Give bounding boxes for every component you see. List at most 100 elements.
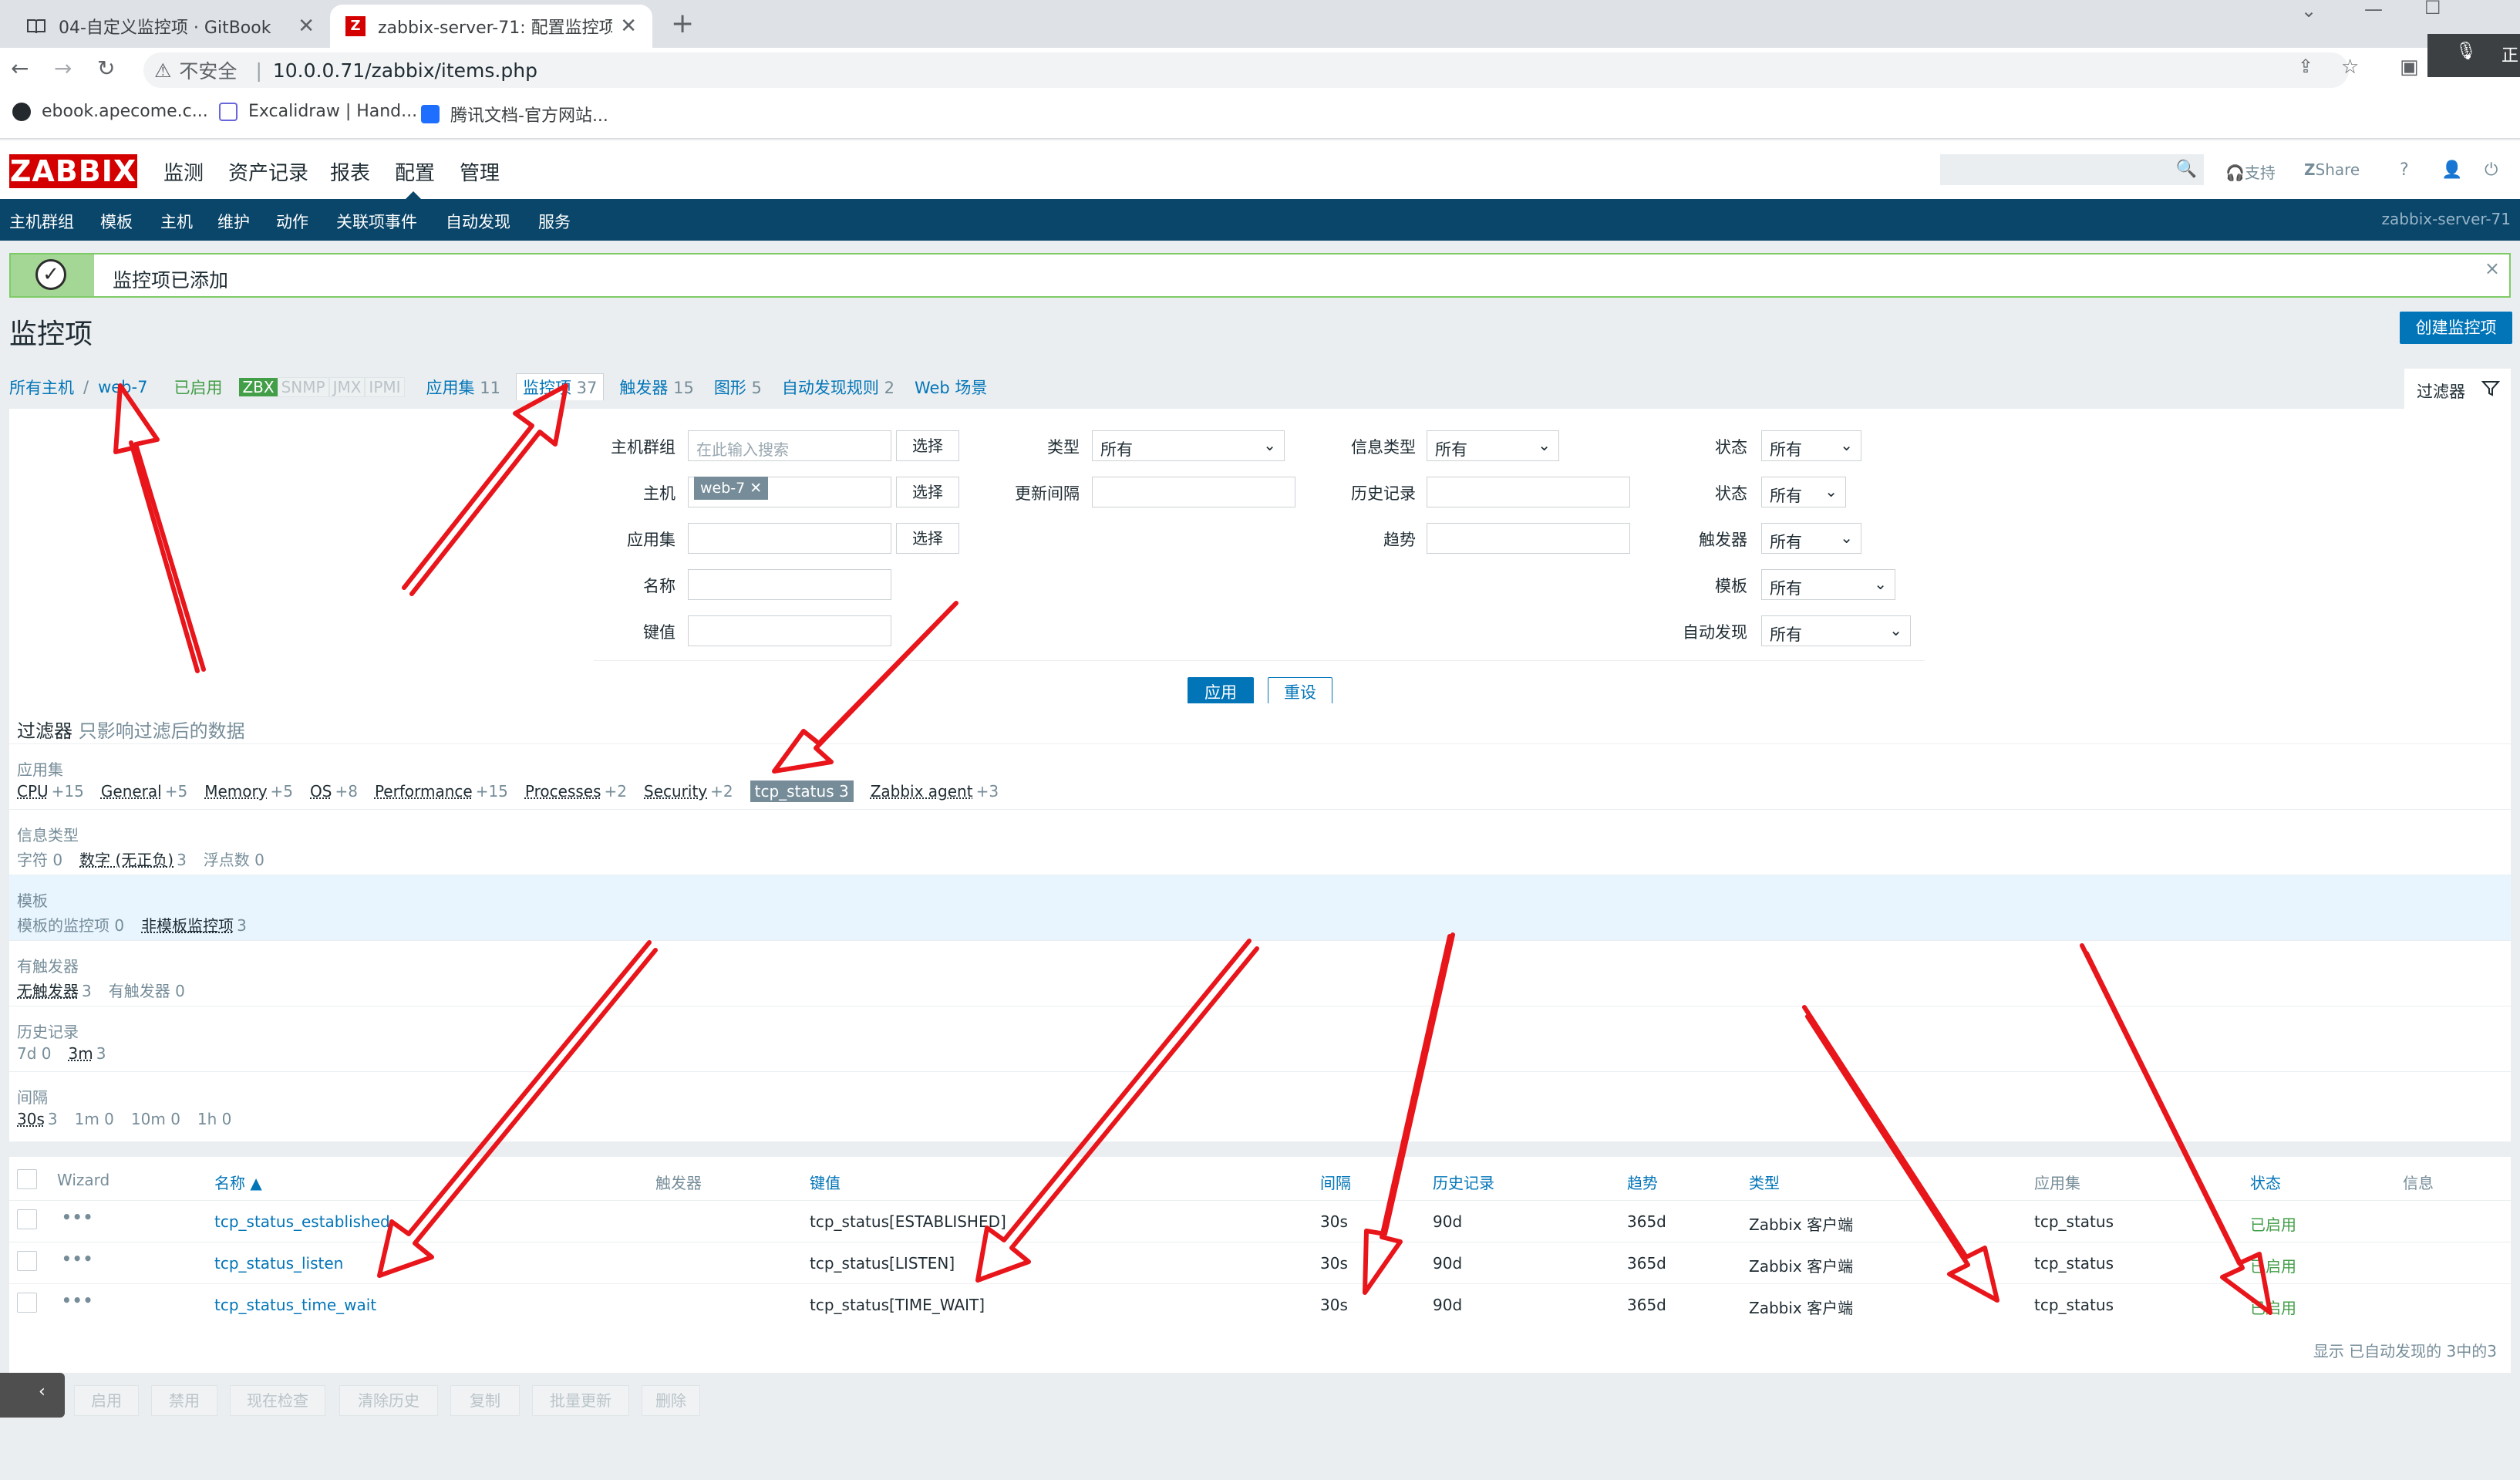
subfilter-value[interactable]: Zabbix agent	[871, 782, 973, 801]
global-search-input[interactable]: 🔍	[1940, 154, 2204, 185]
item-status-toggle[interactable]: 已启用	[2250, 1254, 2296, 1276]
col-status[interactable]: 状态	[2250, 1171, 2281, 1193]
close-icon[interactable]: ✕	[298, 15, 315, 38]
select-all-checkbox[interactable]	[17, 1169, 37, 1189]
name-input[interactable]	[688, 569, 891, 600]
browser-tab-gitbook[interactable]: 04-自定义监控项 · GitBook ✕	[11, 5, 330, 48]
template-select[interactable]: 所有 ⌄	[1761, 569, 1895, 600]
state-select[interactable]: 所有 ⌄	[1761, 430, 1861, 461]
tab-search-icon[interactable]: ⌄	[2301, 0, 2316, 22]
col-key[interactable]: 键值	[810, 1171, 841, 1193]
enable-button[interactable]: 启用	[74, 1385, 139, 1416]
type-select[interactable]: 所有 ⌄	[1092, 430, 1285, 461]
row-checkbox[interactable]	[17, 1209, 37, 1229]
trends-input[interactable]	[1427, 523, 1630, 554]
share-link[interactable]: ZShare	[2304, 160, 2360, 179]
submenu-correlation[interactable]: 关联项事件	[336, 210, 417, 233]
collapse-sidebar-button[interactable]: ‹	[0, 1373, 65, 1418]
discovery-select[interactable]: 所有 ⌄	[1761, 615, 1911, 646]
minimize-icon[interactable]: —	[2364, 0, 2383, 20]
clear-history-button[interactable]: 清除历史	[339, 1385, 438, 1416]
create-item-button[interactable]: 创建监控项	[2400, 312, 2512, 344]
submenu-templates[interactable]: 模板	[100, 210, 133, 233]
submenu-actions[interactable]: 动作	[276, 210, 308, 233]
col-type[interactable]: 类型	[1749, 1171, 1780, 1193]
menu-administration[interactable]: 管理	[460, 157, 500, 186]
subfilter-value[interactable]: Security	[644, 782, 707, 801]
zabbix-logo[interactable]: ZABBIX	[9, 154, 137, 188]
bookmark-ebook[interactable]: ebook.apecome.c...	[12, 102, 208, 121]
subfilter-value[interactable]: 3m	[69, 1044, 93, 1063]
submenu-maintenance[interactable]: 维护	[217, 210, 250, 233]
wizard-menu-icon[interactable]: •••	[62, 1208, 93, 1226]
delete-button[interactable]: 删除	[642, 1385, 700, 1416]
host-groups-select-button[interactable]: 选择	[896, 430, 959, 461]
close-icon[interactable]: ×	[2485, 258, 2500, 279]
host-select-button[interactable]: 选择	[896, 477, 959, 507]
submenu-hosts[interactable]: 主机	[160, 210, 193, 233]
subfilter-value[interactable]: Processes	[525, 782, 601, 801]
address-bar[interactable]: ⚠ 不安全 | 10.0.0.71/zabbix/items.php	[143, 52, 2349, 88]
help-link[interactable]: ?	[2400, 160, 2409, 180]
back-icon[interactable]: ←	[11, 56, 29, 81]
row-checkbox[interactable]	[17, 1251, 37, 1271]
graphs-link[interactable]: 图形 5	[714, 376, 762, 399]
subfilter-value[interactable]: OS	[310, 782, 332, 801]
host-link[interactable]: web-7	[98, 378, 147, 396]
update-interval-input[interactable]	[1092, 477, 1295, 507]
subfilter-value[interactable]: 数字 (无正负)	[79, 851, 174, 869]
disable-button[interactable]: 禁用	[151, 1385, 217, 1416]
info-type-select[interactable]: 所有 ⌄	[1427, 430, 1559, 461]
item-name-link[interactable]: tcp_status_time_wait	[214, 1296, 376, 1314]
key-input[interactable]	[688, 615, 891, 646]
triggers-select[interactable]: 所有 ⌄	[1761, 523, 1861, 554]
web-scenarios-link[interactable]: Web 场景	[915, 376, 987, 399]
subfilter-value[interactable]: General	[101, 782, 162, 801]
col-history[interactable]: 历史记录	[1433, 1171, 1494, 1193]
discovery-rules-link[interactable]: 自动发现规则 2	[782, 376, 894, 399]
wizard-menu-icon[interactable]: •••	[62, 1291, 93, 1310]
wizard-menu-icon[interactable]: •••	[62, 1249, 93, 1268]
subfilter-value[interactable]: 30s	[17, 1110, 45, 1128]
check-now-button[interactable]: 现在检查	[230, 1385, 325, 1416]
submenu-services[interactable]: 服务	[538, 210, 571, 233]
filter-tab[interactable]: 过滤器	[2404, 369, 2511, 409]
item-status-toggle[interactable]: 已启用	[2250, 1212, 2296, 1235]
mass-update-button[interactable]: 批量更新	[532, 1385, 629, 1416]
subfilter-value-selected[interactable]: tcp_status 3	[750, 780, 854, 802]
item-name-link[interactable]: tcp_status_established	[214, 1212, 390, 1231]
items-link[interactable]: 监控项 37	[515, 373, 605, 400]
submenu-host-groups[interactable]: 主机群组	[9, 210, 74, 233]
bookmark-excalidraw[interactable]: Excalidraw | Hand...	[219, 102, 417, 121]
subfilter-value[interactable]: CPU	[17, 782, 49, 801]
row-checkbox[interactable]	[17, 1293, 37, 1313]
share-icon[interactable]: ⇪	[2298, 56, 2313, 77]
subfilter-value[interactable]: 非模板监控项	[141, 916, 234, 935]
remove-tag-icon[interactable]: ✕	[750, 480, 762, 497]
history-input[interactable]	[1427, 477, 1630, 507]
applications-link[interactable]: 应用集 11	[426, 376, 500, 399]
copy-button[interactable]: 复制	[450, 1385, 520, 1416]
item-name-link[interactable]: tcp_status_listen	[214, 1254, 343, 1273]
submenu-discovery[interactable]: 自动发现	[446, 210, 510, 233]
status-select[interactable]: 所有 ⌄	[1761, 477, 1846, 507]
all-hosts-link[interactable]: 所有主机	[9, 376, 74, 399]
subfilter-value[interactable]: Performance	[375, 782, 473, 801]
col-trends[interactable]: 趋势	[1627, 1171, 1658, 1193]
col-interval[interactable]: 间隔	[1320, 1171, 1351, 1193]
host-groups-input[interactable]: 在此输入搜索	[688, 430, 891, 461]
bookmark-tencent-docs[interactable]: 腾讯文档-官方网站...	[421, 102, 608, 126]
new-tab-button[interactable]: +	[671, 8, 694, 39]
subfilter-value[interactable]: Memory	[204, 782, 267, 801]
forward-icon[interactable]: →	[54, 56, 72, 81]
application-input[interactable]	[688, 523, 891, 554]
item-status-toggle[interactable]: 已启用	[2250, 1296, 2296, 1318]
support-link[interactable]: 🎧支持	[2225, 160, 2276, 183]
menu-configuration[interactable]: 配置	[395, 157, 435, 186]
bookmark-star-icon[interactable]: ☆	[2341, 56, 2359, 79]
subfilter-value[interactable]: 无触发器	[17, 982, 79, 1000]
col-name[interactable]: 名称 ▲	[214, 1171, 262, 1193]
triggers-link[interactable]: 触发器 15	[619, 376, 693, 399]
overlay-widget[interactable]: 🎙 正	[2427, 34, 2520, 77]
browser-tab-zabbix[interactable]: Z zabbix-server-71: 配置监控项 ✕	[330, 5, 652, 48]
